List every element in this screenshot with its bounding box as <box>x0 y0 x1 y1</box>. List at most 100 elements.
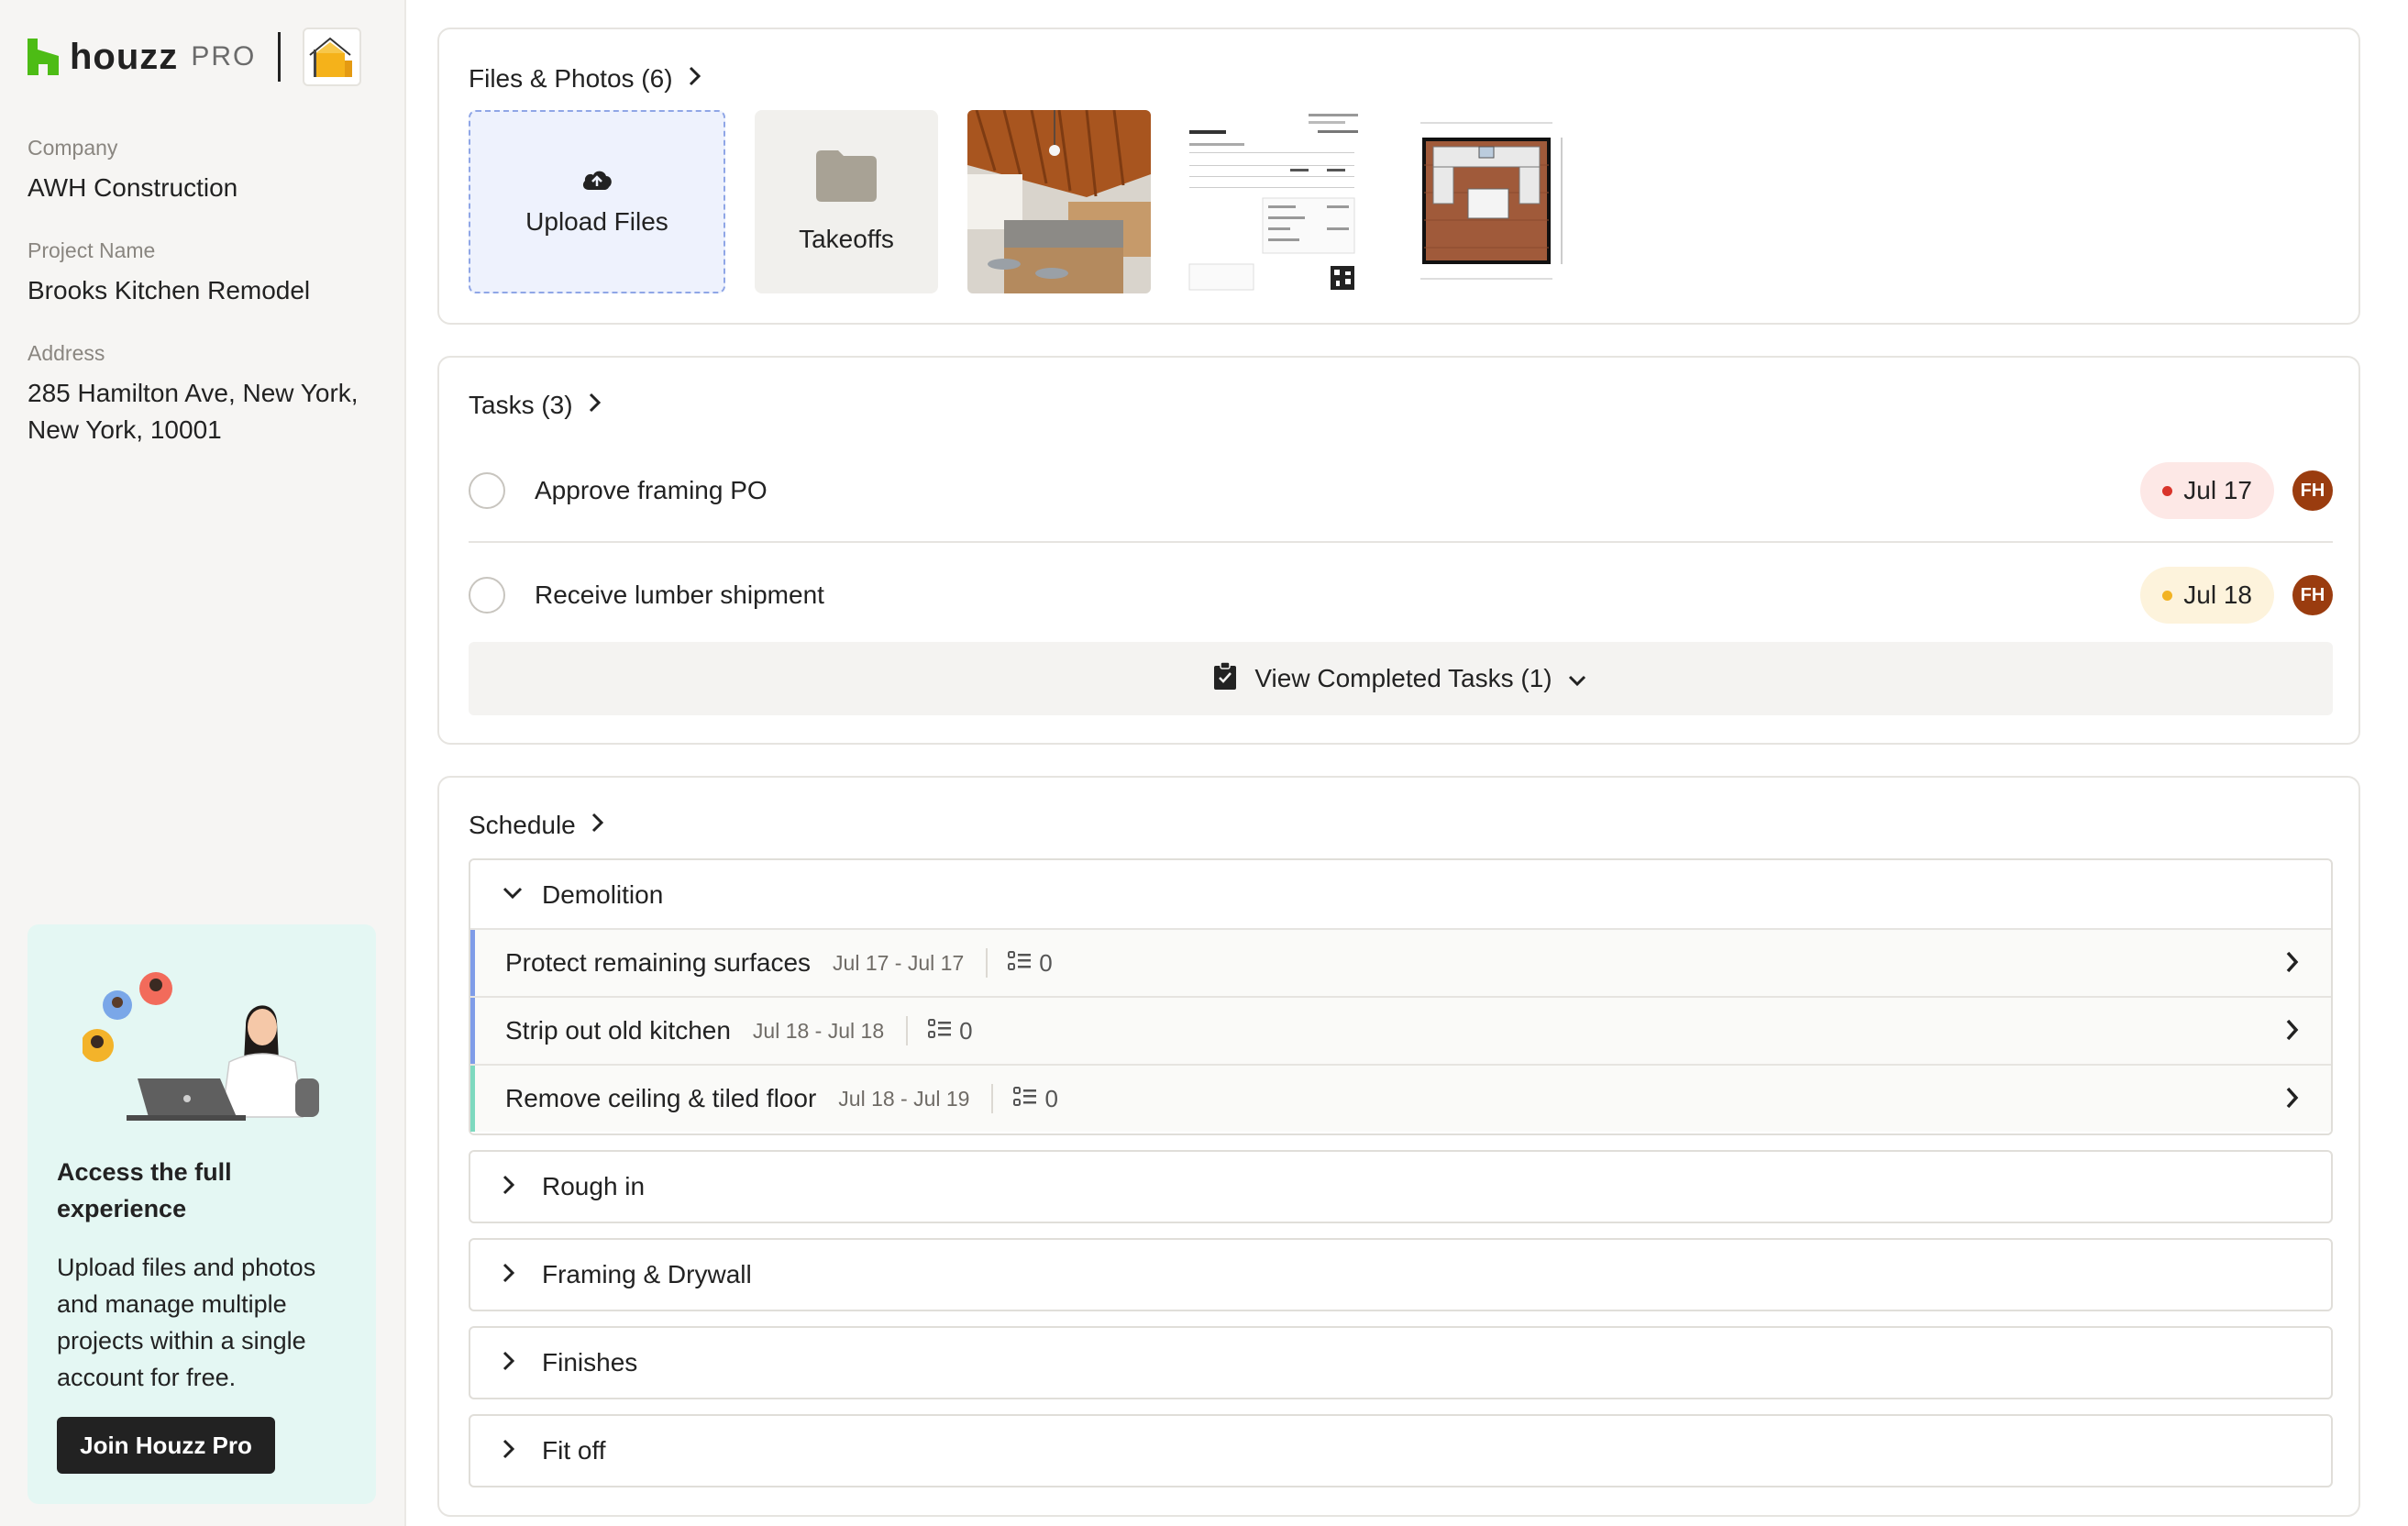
tasks-card: Tasks (3) Approve framing PO Jul 17 FH R… <box>437 356 2360 745</box>
company-field: Company AWH Construction <box>28 136 237 206</box>
checklist-count: 0 <box>1039 948 1053 977</box>
schedule-item-dates: Jul 18 - Jul 19 <box>838 1086 970 1111</box>
phase-name: Fit off <box>542 1436 606 1465</box>
assignee-avatar[interactable]: FH <box>2292 470 2333 511</box>
clipboard-check-icon <box>1214 660 1237 696</box>
schedule-item-name: Protect remaining surfaces <box>505 948 812 977</box>
logo-row: houzz PRO <box>28 28 362 86</box>
promo-title-line-1: Access the full <box>57 1158 232 1186</box>
company-logo-icon <box>303 28 362 86</box>
phase-name: Framing & Drywall <box>542 1260 752 1288</box>
files-row: Upload Files Takeoffs <box>469 110 1576 293</box>
chevron-down-icon <box>1567 664 1587 693</box>
schedule-header[interactable]: Schedule <box>469 811 605 840</box>
task-name[interactable]: Receive lumber shipment <box>535 581 2140 610</box>
phase-name: Finishes <box>542 1348 638 1377</box>
phase-name: Demolition <box>542 880 664 909</box>
checklist-count: 0 <box>959 1016 973 1045</box>
logo-divider <box>278 32 282 82</box>
schedule-item-accent <box>470 1066 475 1132</box>
promo-text-line-1: Upload files and photos <box>57 1254 316 1281</box>
address-line-2: New York, 10001 <box>28 415 222 444</box>
takeoffs-label: Takeoffs <box>799 224 894 253</box>
divider <box>906 1016 909 1045</box>
task-divider <box>469 541 2333 543</box>
phase-header[interactable]: Demolition <box>470 860 663 930</box>
files-photos-header[interactable]: Files & Photos (6) <box>469 64 702 94</box>
tasks-title: Tasks (3) <box>469 391 573 419</box>
chevron-right-icon <box>688 64 702 94</box>
project-name-field: Project Name Brooks Kitchen Remodel <box>28 238 310 309</box>
files-photos-title: Files & Photos (6) <box>469 64 673 93</box>
promo-text-line-2: and manage multiple <box>57 1290 287 1318</box>
schedule-phase-framing-drywall[interactable]: Framing & Drywall <box>469 1238 2333 1311</box>
promo-title: Access the full experience <box>57 1154 350 1227</box>
checklist-count: 0 <box>1044 1084 1058 1112</box>
schedule-phase-rough-in[interactable]: Rough in <box>469 1150 2333 1223</box>
task-name[interactable]: Approve framing PO <box>535 476 2140 505</box>
project-name-value: Brooks Kitchen Remodel <box>28 276 311 304</box>
due-date-badge[interactable]: Jul 18 <box>2140 567 2274 624</box>
promo-title-line-2: experience <box>57 1195 187 1222</box>
chevron-right-icon <box>2285 1086 2300 1114</box>
chevron-right-icon <box>2285 950 2300 979</box>
floor-plan-thumbnail[interactable] <box>1393 110 1576 293</box>
houzz-logo-icon <box>28 39 59 75</box>
task-complete-checkbox[interactable] <box>469 577 505 614</box>
join-houzz-pro-button[interactable]: Join Houzz Pro <box>57 1417 275 1474</box>
address-field: Address 285 Hamilton Ave, New York, New … <box>28 341 359 448</box>
sidebar: houzz PRO Company AWH Construction Proje… <box>0 0 406 1526</box>
schedule-item-name: Strip out old kitchen <box>505 1016 731 1045</box>
schedule-item[interactable]: Protect remaining surfaces Jul 17 - Jul … <box>470 928 2331 996</box>
view-completed-tasks-label: View Completed Tasks (1) <box>1254 664 1552 692</box>
promo-text: Upload files and photos and manage multi… <box>57 1249 350 1396</box>
assignee-avatar[interactable]: FH <box>2292 575 2333 615</box>
chevron-right-icon <box>502 1174 516 1200</box>
upload-files-button[interactable]: Upload Files <box>469 110 725 293</box>
cloud-upload-icon <box>581 168 613 198</box>
chevron-right-icon <box>2285 1018 2300 1046</box>
company-label: Company <box>28 136 118 160</box>
schedule-item-name: Remove ceiling & tiled floor <box>505 1084 817 1112</box>
checklist-icon <box>1013 1086 1037 1111</box>
schedule-item-accent <box>470 930 475 996</box>
schedule-title: Schedule <box>469 811 576 839</box>
schedule-item[interactable]: Remove ceiling & tiled floor Jul 18 - Ju… <box>470 1064 2331 1132</box>
address-value: 285 Hamilton Ave, New York, New York, 10… <box>28 375 359 448</box>
task-row: Receive lumber shipment Jul 18 FH <box>469 545 2333 646</box>
tasks-header[interactable]: Tasks (3) <box>469 391 602 420</box>
phase-name: Rough in <box>542 1172 646 1200</box>
divider <box>986 948 989 978</box>
task-complete-checkbox[interactable] <box>469 472 505 509</box>
schedule-item[interactable]: Strip out old kitchen Jul 18 - Jul 18 0 <box>470 996 2331 1064</box>
task-row: Approve framing PO Jul 17 FH <box>469 440 2333 541</box>
promo-text-line-3: projects within a single <box>57 1327 306 1355</box>
project-name-label: Project Name <box>28 238 156 262</box>
schedule-phase-fit-off[interactable]: Fit off <box>469 1414 2333 1487</box>
checklist-icon <box>1008 950 1032 976</box>
chevron-down-icon <box>502 886 524 905</box>
folder-icon <box>816 149 877 208</box>
chevron-right-icon <box>502 1262 516 1288</box>
checklist-icon <box>928 1018 952 1044</box>
divider <box>991 1084 994 1113</box>
due-date-text: Jul 17 <box>2183 476 2252 504</box>
promo-illustration <box>81 961 348 1126</box>
upgrade-promo: Access the full experience Upload files … <box>28 924 376 1504</box>
takeoffs-folder[interactable]: Takeoffs <box>755 110 938 293</box>
schedule-phase-finishes[interactable]: Finishes <box>469 1326 2333 1399</box>
overdue-dot-icon <box>2162 485 2173 496</box>
schedule-card: Schedule Demolition Protect remaining su… <box>437 776 2360 1517</box>
pro-label: PRO <box>191 41 257 72</box>
schedule-item-dates: Jul 17 - Jul 17 <box>833 950 965 975</box>
chevron-right-icon <box>502 1350 516 1377</box>
houzz-wordmark: houzz <box>70 36 179 77</box>
view-completed-tasks-button[interactable]: View Completed Tasks (1) <box>469 642 2333 715</box>
upcoming-dot-icon <box>2162 590 2173 601</box>
proposal-document-thumbnail[interactable] <box>1180 110 1364 293</box>
chevron-right-icon <box>588 391 602 420</box>
schedule-item-accent <box>470 998 475 1064</box>
kitchen-photo-thumbnail[interactable] <box>967 110 1151 293</box>
files-photos-card: Files & Photos (6) Upload Files Takeoffs <box>437 28 2360 325</box>
due-date-badge[interactable]: Jul 17 <box>2140 462 2274 519</box>
